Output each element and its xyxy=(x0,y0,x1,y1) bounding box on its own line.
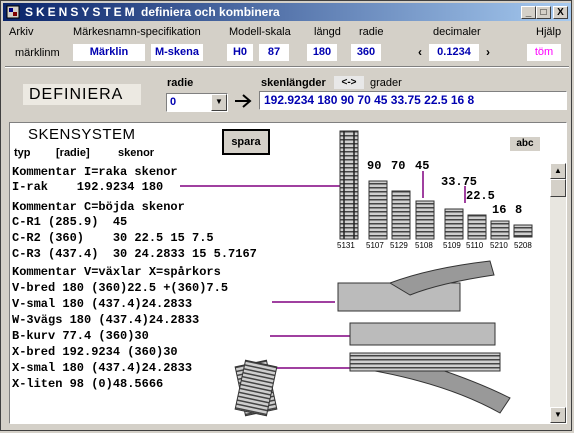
length-label: längd xyxy=(314,26,341,38)
track-lengths-input[interactable]: 192.9234 180 90 70 45 33.75 22.5 16 8 xyxy=(259,91,567,110)
article-number: 5210 xyxy=(490,241,508,250)
panel-title: SKENSYSTEM xyxy=(28,126,136,143)
length-field[interactable]: 180 xyxy=(307,44,337,61)
article-number: 5107 xyxy=(366,241,384,250)
clear-button[interactable]: töm xyxy=(527,44,561,61)
def-line: Kommentar C=böjda skenor xyxy=(12,200,185,214)
radius-select-value: 0 xyxy=(170,96,177,108)
app-name: SKENSYSTEM xyxy=(25,5,138,19)
track-length-label: 22.5 xyxy=(466,189,495,203)
radius-label: radie xyxy=(359,26,384,38)
menu-hjalp[interactable]: Hjälp xyxy=(536,26,561,38)
brand-field[interactable]: Märklin xyxy=(73,44,145,61)
def-line: B-kurv 77.4 (360)30 xyxy=(12,329,149,343)
track-length-label: 16 xyxy=(492,203,507,217)
scroll-up-button[interactable]: ▲ xyxy=(550,163,566,179)
article-number: 5208 xyxy=(514,241,532,250)
track-length-label: 45 xyxy=(415,159,430,173)
scale-field[interactable]: H0 xyxy=(227,44,253,61)
app-icon xyxy=(6,5,20,19)
scale-label: Modell-skala xyxy=(229,26,291,38)
divider-highlight xyxy=(5,67,569,68)
col-typ: typ xyxy=(14,147,31,159)
def-line: I-rak 192.9234 180 xyxy=(12,180,164,194)
chevron-down-icon[interactable]: ▼ xyxy=(211,94,227,111)
article-number: 5131 xyxy=(337,241,355,250)
article-number: 5109 xyxy=(443,241,461,250)
track-length-label: 90 xyxy=(367,159,382,173)
def-line: Kommentar I=raka skenor xyxy=(12,165,178,179)
track-illustration xyxy=(180,130,533,417)
minimize-button[interactable]: _ xyxy=(521,6,536,19)
track-lengths-label: skenlängder xyxy=(261,77,326,89)
vertical-scrollbar[interactable]: ▲ ▼ xyxy=(550,163,566,423)
brand-short-label: märklinm xyxy=(15,47,60,59)
main-window: SKENSYSTEM definiera och kombinera _ □ X… xyxy=(0,0,572,431)
decimals-next-button[interactable]: › xyxy=(482,44,494,61)
swap-units-button[interactable]: <-> xyxy=(334,76,364,89)
track-field[interactable]: M-skena xyxy=(151,44,203,61)
article-number: 5108 xyxy=(415,241,433,250)
scroll-down-button[interactable]: ▼ xyxy=(550,407,566,423)
def-line: C-R1 (285.9) 45 xyxy=(12,215,128,229)
define-title: DEFINIERA xyxy=(23,84,141,105)
track-length-label: 33.75 xyxy=(441,175,478,189)
menu-arkiv[interactable]: Arkiv xyxy=(9,26,33,38)
define-radius-label: radie xyxy=(167,77,194,89)
brand-spec-label: Märkesnamn-specifikation xyxy=(73,26,201,38)
radius-field[interactable]: 360 xyxy=(351,44,381,61)
degrees-label: grader xyxy=(370,77,402,89)
scroll-thumb[interactable] xyxy=(550,179,566,197)
article-number: 5129 xyxy=(390,241,408,250)
title-bar: SKENSYSTEM definiera och kombinera _ □ X xyxy=(3,3,571,21)
definition-panel: SKENSYSTEM typ [radie] skenor spara abc … xyxy=(9,122,567,424)
decimals-field[interactable]: 0.1234 xyxy=(429,44,479,61)
close-button[interactable]: X xyxy=(553,6,568,19)
track-length-label: 8 xyxy=(515,203,523,217)
col-radie: [radie] xyxy=(56,147,90,159)
decimals-prev-button[interactable]: ‹ xyxy=(414,44,426,61)
scale-number-field[interactable]: 87 xyxy=(259,44,289,61)
def-line: X-liten 98 (0)48.5666 xyxy=(12,377,164,391)
track-length-label: 70 xyxy=(391,159,406,173)
radius-select[interactable]: 0 ▼ xyxy=(166,93,228,112)
decimals-label: decimaler xyxy=(433,26,481,38)
col-skenor: skenor xyxy=(118,147,155,159)
arrow-right-icon xyxy=(235,94,252,108)
article-number: 5110 xyxy=(466,241,484,250)
def-line: X-bred 192.9234 (360)30 xyxy=(12,345,178,359)
maximize-button[interactable]: □ xyxy=(536,6,551,19)
window-subtitle: definiera och kombinera xyxy=(141,5,280,19)
